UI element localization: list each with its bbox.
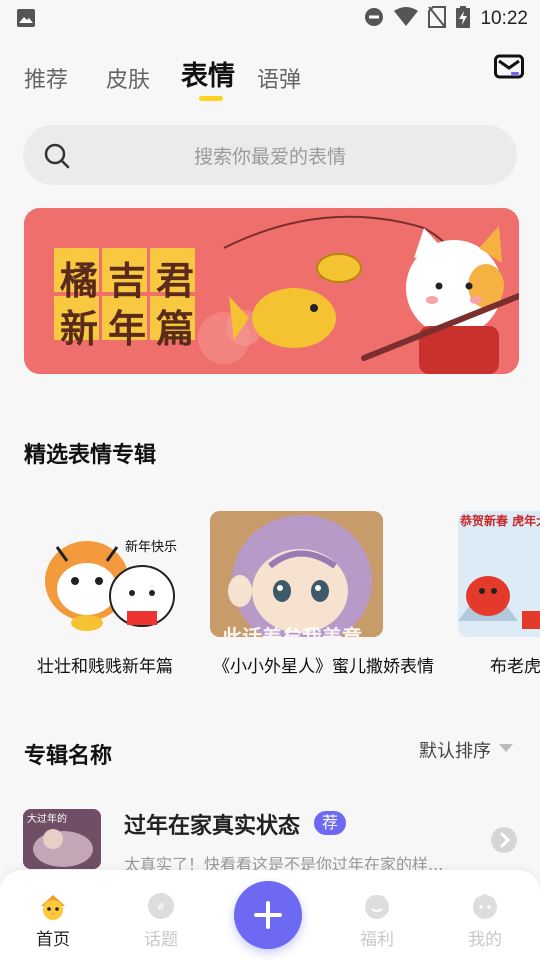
- nav-topic-label: 话题: [144, 930, 178, 950]
- nav-mine-label: 我的: [468, 930, 502, 950]
- album-thumb-cloth-tiger[interactable]: 恭贺新春 虎年大吉大利: [458, 511, 540, 637]
- banner-title-line2: 新年篇: [60, 307, 205, 351]
- nav-home-label: 首页: [36, 930, 70, 950]
- alien-girl-art: [210, 511, 383, 637]
- nav-welfare-label: 福利: [360, 930, 394, 950]
- svg-text:#: #: [157, 902, 165, 913]
- active-tab-indicator: [199, 96, 223, 101]
- sort-dropdown[interactable]: 默认排序: [419, 737, 491, 763]
- tab-recommend[interactable]: 推荐: [24, 62, 68, 94]
- home-chick-icon: [39, 892, 67, 920]
- list-item-title: 过年在家真实状态: [124, 814, 301, 839]
- battery-charging-icon: [456, 6, 471, 32]
- mail-icon[interactable]: [494, 54, 524, 80]
- list-thumb-caption: 大过年的: [27, 814, 67, 825]
- featured-section-title: 精选表情专辑: [24, 443, 157, 468]
- topic-bubble-icon: #: [147, 892, 175, 920]
- add-button[interactable]: [234, 881, 302, 949]
- status-bar: 10:22: [0, 0, 540, 36]
- recommend-badge: 荐: [314, 811, 346, 835]
- gallery-notification-icon: [16, 8, 36, 32]
- cloth-tiger-sticker-text: 恭贺新春 虎年大吉大利: [460, 514, 540, 528]
- promo-banner[interactable]: 橘吉君 新年篇: [24, 208, 519, 374]
- no-sim-icon: [428, 6, 447, 32]
- album-caption: 此话差矣我盖章: [222, 625, 362, 637]
- album-thumb-tiger[interactable]: 新年快乐: [37, 511, 182, 637]
- nav-mine[interactable]: 我的: [445, 870, 525, 960]
- tab-skin[interactable]: 皮肤: [106, 62, 150, 94]
- cloth-tiger-art: [458, 511, 540, 637]
- nav-topic[interactable]: # 话题: [121, 870, 201, 960]
- wifi-icon: [394, 7, 419, 31]
- chevron-down-icon[interactable]: [499, 744, 513, 752]
- album-label-cloth-tiger[interactable]: 布老虎: [490, 652, 540, 677]
- chevron-right-icon[interactable]: [491, 827, 517, 853]
- album-label-alien[interactable]: 《小小外星人》蜜儿撒娇表情: [213, 652, 434, 677]
- profile-icon: [471, 892, 499, 920]
- album-list-title: 专辑名称: [24, 744, 113, 769]
- banner-title-line1: 橘吉君: [60, 259, 205, 303]
- tiger-sticker-art: [45, 541, 175, 631]
- album-thumb-alien[interactable]: 此话差矣我盖章: [210, 511, 383, 637]
- nav-home[interactable]: 首页: [13, 870, 93, 960]
- nav-welfare[interactable]: 福利: [337, 870, 417, 960]
- dnd-icon: [364, 7, 384, 31]
- tab-emoji[interactable]: 表情: [181, 54, 235, 93]
- album-label-tiger[interactable]: 壮壮和贱贱新年篇: [37, 652, 173, 677]
- tab-voice[interactable]: 语弹: [257, 62, 301, 94]
- list-item[interactable]: 大过年的 过年在家真实状态 荐 太真实了！快看看这是不是你过年在家的样...: [0, 800, 540, 880]
- search-bar[interactable]: 搜索你最爱的表情: [23, 125, 517, 185]
- status-time: 10:22: [480, 8, 528, 29]
- album-sticker-text: 新年快乐: [125, 540, 178, 555]
- list-item-thumb: 大过年的: [23, 809, 101, 869]
- top-tabs: 推荐 皮肤 表情 语弹: [0, 48, 540, 108]
- plus-icon: [254, 901, 282, 929]
- welfare-icon: [363, 892, 391, 920]
- search-placeholder: 搜索你最爱的表情: [193, 146, 346, 168]
